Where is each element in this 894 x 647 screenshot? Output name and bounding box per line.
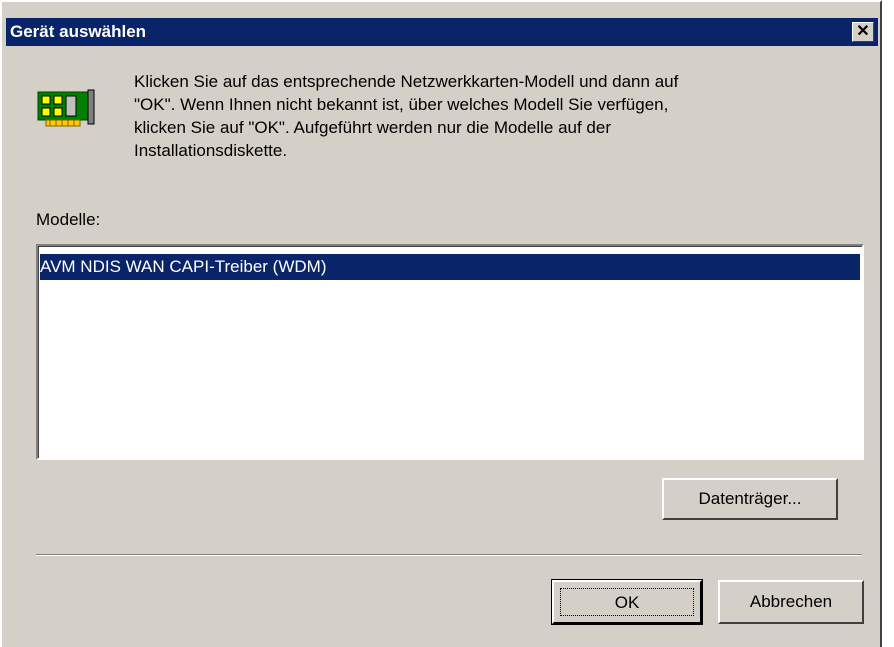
device-select-dialog: Gerät auswählen ✕ Klicken Sie auf das en…	[0, 0, 882, 647]
cancel-button[interactable]: Abbrechen	[718, 580, 864, 624]
models-listbox[interactable]: AVM NDIS WAN CAPI-Treiber (WDM)	[36, 244, 864, 460]
instruction-line: klicken Sie auf "OK". Aufgeführt werden …	[134, 118, 612, 137]
ok-button-label: OK	[560, 588, 694, 616]
instruction-line: Installationsdiskette.	[134, 141, 288, 160]
close-icon: ✕	[856, 23, 870, 40]
close-button[interactable]: ✕	[852, 22, 874, 42]
instruction-line: Klicken Sie auf das entsprechende Netzwe…	[134, 72, 679, 91]
ok-button[interactable]: OK	[552, 580, 702, 624]
title-bar[interactable]: Gerät auswählen ✕	[6, 18, 878, 46]
instruction-text: Klicken Sie auf das entsprechende Netzwe…	[134, 70, 854, 162]
models-label: Modelle:	[36, 210, 101, 229]
separator	[36, 554, 862, 556]
have-disk-button[interactable]: Datenträger...	[662, 478, 838, 520]
network-card-icon	[36, 86, 100, 134]
window-title: Gerät auswählen	[10, 22, 147, 41]
list-item[interactable]: AVM NDIS WAN CAPI-Treiber (WDM)	[40, 254, 860, 280]
instruction-line: "OK". Wenn Ihnen nicht bekannt ist, über…	[134, 95, 669, 114]
